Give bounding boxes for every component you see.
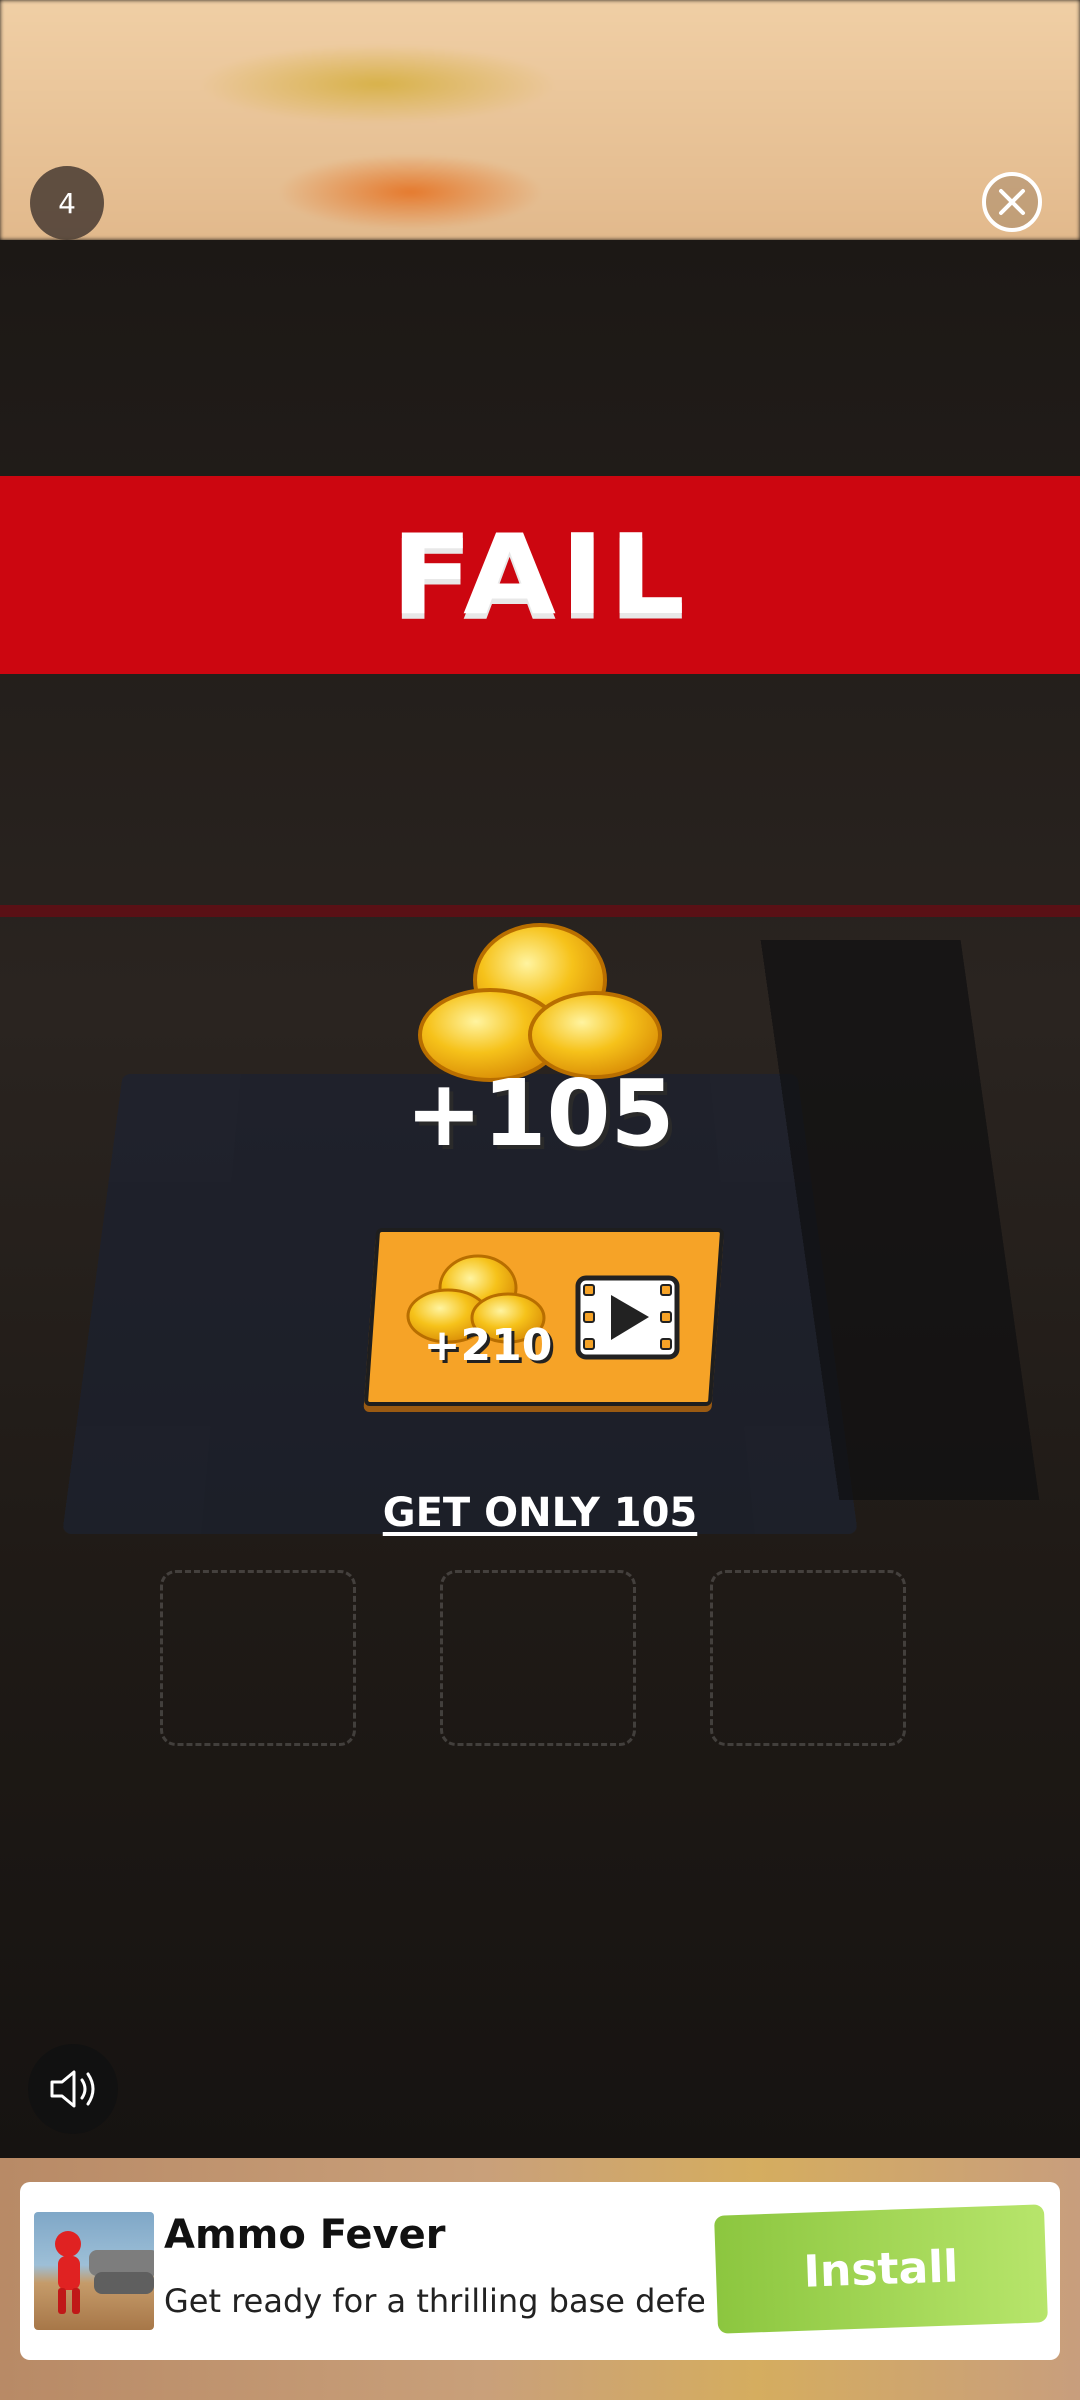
level-badge: 4 [30,166,104,240]
install-button[interactable]: Install [714,2204,1048,2334]
ad-title: Ammo Fever [164,2212,446,2258]
speaker-icon [50,2070,95,2108]
top-blurred-scene [0,0,1080,240]
coin-reward-amount: +105 [405,1060,675,1167]
close-circle-icon[interactable] [980,170,1044,234]
sound-toggle-button[interactable] [28,2044,118,2134]
ad-description: Get ready for a thrilling base defen… [164,2282,704,2320]
ad-reward-amount: +210 [423,1320,553,1371]
video-play-icon [575,1275,680,1360]
empty-slot [160,1570,356,1746]
empty-slot [710,1570,906,1746]
get-only-link[interactable]: GET ONLY 105 [330,1490,750,1536]
ad-app-thumbnail[interactable] [34,2212,154,2330]
fail-banner: FAIL [0,476,1080,674]
empty-slot [440,1570,636,1746]
fail-title: FAIL [390,511,690,639]
